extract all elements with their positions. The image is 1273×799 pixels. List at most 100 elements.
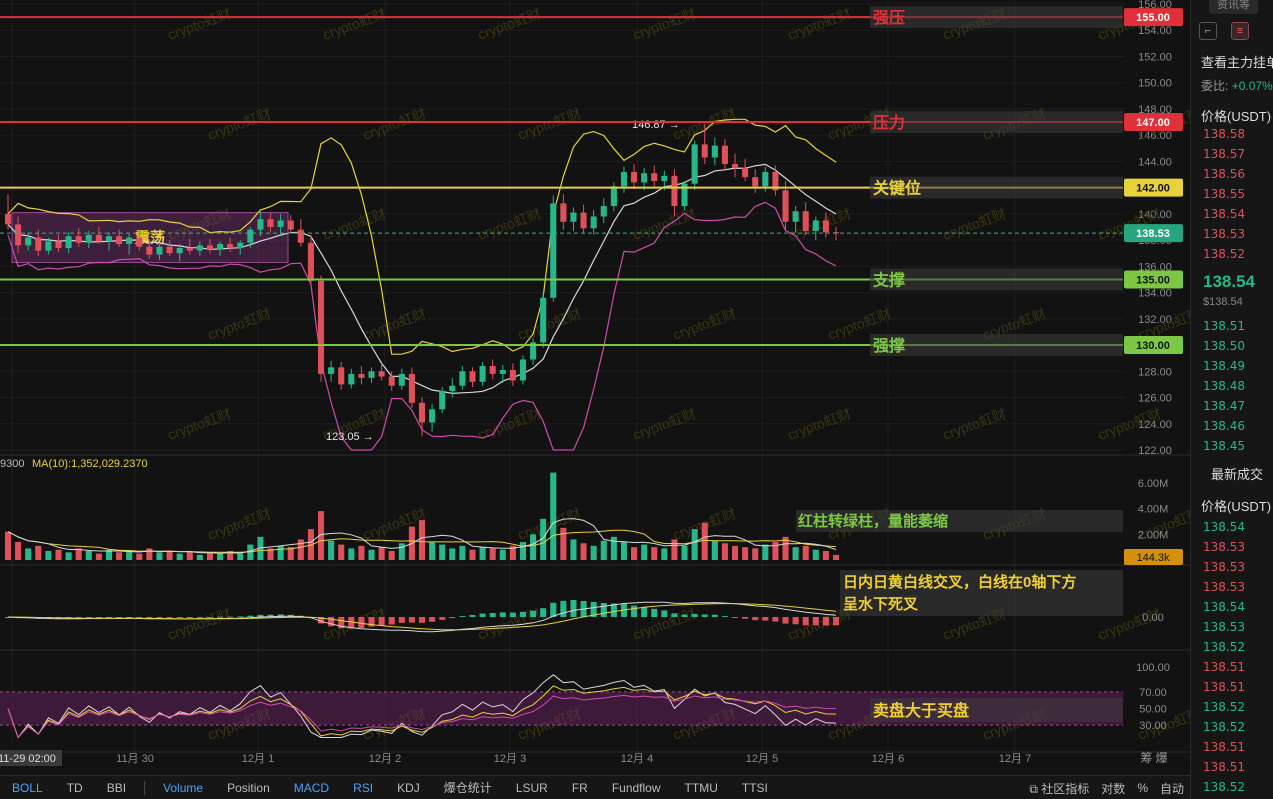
price-tick-label: 152.00	[1138, 51, 1172, 63]
community-indicators[interactable]: ⧉ 社区指标	[1023, 780, 1095, 797]
indicator-tabs: BOLL TD BBI Volume Position MACD RSI KDJ 爆仓统计 LSU…	[0, 779, 780, 796]
trades-title[interactable]: 最新成交	[1211, 464, 1263, 483]
trade-row[interactable]: 138.53	[1203, 620, 1245, 634]
indicator-tab-1[interactable]: TD	[55, 781, 95, 795]
volume-bar	[570, 539, 577, 560]
indicator-tab-13[interactable]: TTSI	[730, 781, 780, 795]
indicator-tab-4[interactable]: Position	[215, 781, 282, 795]
volume-bar	[802, 545, 809, 560]
volume-bar	[277, 545, 284, 560]
indicator-tab-11[interactable]: Fundflow	[600, 781, 673, 795]
volume-bar	[832, 554, 840, 560]
candle-body	[620, 171, 627, 187]
macd-hist-bar	[509, 612, 516, 617]
bid-row[interactable]: 138.46	[1203, 419, 1245, 433]
candle-body	[257, 219, 264, 230]
candle-body	[731, 164, 739, 168]
trade-row[interactable]: 138.53	[1203, 540, 1245, 554]
trade-row[interactable]: 138.52	[1203, 700, 1245, 714]
candle-body	[439, 390, 446, 410]
trade-row[interactable]: 138.51	[1203, 740, 1245, 754]
auto-toggle[interactable]: 自动	[1154, 780, 1190, 797]
volume-tick-label: 6.00M	[1138, 478, 1169, 490]
ask-row[interactable]: 138.58	[1203, 127, 1245, 141]
orderbook-icon[interactable]: ≡	[1231, 22, 1249, 40]
bid-row[interactable]: 138.45	[1203, 439, 1245, 453]
volume-bar	[4, 531, 12, 560]
percent-toggle[interactable]: %	[1131, 781, 1154, 795]
volume-bar	[822, 551, 829, 560]
ask-row[interactable]: 138.55	[1203, 187, 1245, 201]
macd-hist-bar	[136, 617, 143, 618]
candle-body	[418, 402, 426, 423]
indicator-tab-7[interactable]: KDJ	[385, 781, 432, 795]
trade-row[interactable]: 138.51	[1203, 660, 1245, 674]
trade-row[interactable]: 138.52	[1203, 720, 1245, 734]
indicator-tab-9[interactable]: LSUR	[504, 781, 560, 795]
trade-row[interactable]: 138.52	[1203, 640, 1245, 654]
layout-icon[interactable]: ⌐	[1199, 22, 1217, 40]
macd-hist-bar	[681, 614, 688, 617]
trade-row[interactable]: 138.54	[1203, 600, 1245, 614]
candle-body	[509, 369, 516, 381]
trade-row[interactable]: 138.52	[1203, 780, 1245, 794]
trade-row[interactable]: 138.51	[1203, 760, 1245, 774]
candle-body	[661, 175, 668, 182]
volume-bar	[711, 540, 718, 560]
indicator-tab-12[interactable]: TTMU	[673, 781, 730, 795]
ask-row[interactable]: 138.52	[1203, 247, 1245, 261]
volume-bar	[661, 548, 668, 560]
candle-body	[85, 234, 92, 243]
ask-row[interactable]: 138.54	[1203, 207, 1245, 221]
macd-hist-bar	[560, 600, 567, 617]
volume-bar	[681, 545, 688, 560]
indicator-tab-8[interactable]: 爆仓统计	[432, 779, 504, 796]
candle-body	[590, 216, 597, 229]
bid-row[interactable]: 138.48	[1203, 379, 1245, 393]
macd-hist-bar	[651, 608, 658, 617]
log-toggle[interactable]: 对数	[1095, 780, 1131, 797]
trade-row[interactable]: 138.51	[1203, 680, 1245, 694]
trade-row[interactable]: 138.53	[1203, 560, 1245, 574]
bid-row[interactable]: 138.50	[1203, 339, 1245, 353]
macd-hist-bar	[186, 617, 193, 618]
ask-row[interactable]: 138.57	[1203, 147, 1245, 161]
volume-bar	[499, 549, 506, 560]
candle-body	[317, 280, 325, 374]
macd-hist-bar	[752, 617, 759, 621]
price-chart[interactable]: 156.00154.00152.00150.00148.00146.00144.…	[0, 0, 1190, 775]
orderbook-title[interactable]: 查看主力挂单	[1201, 52, 1273, 71]
indicator-tab-3[interactable]: Volume	[151, 781, 215, 795]
candle-body	[75, 236, 82, 243]
macd-hist-bar	[832, 617, 840, 626]
candle-body	[742, 167, 749, 178]
indicator-tab-10[interactable]: FR	[560, 781, 600, 795]
ask-row[interactable]: 138.53	[1203, 227, 1245, 241]
candle-body	[631, 171, 638, 183]
bid-row[interactable]: 138.47	[1203, 399, 1245, 413]
indicator-tab-0[interactable]: BOLL	[0, 781, 55, 795]
candle-body	[378, 371, 385, 377]
bid-row[interactable]: 138.49	[1203, 359, 1245, 373]
bid-row[interactable]: 138.51	[1203, 319, 1245, 333]
candle-body	[287, 220, 294, 230]
volume-bar	[550, 472, 557, 560]
indicator-tab-6[interactable]: RSI	[341, 781, 385, 795]
trade-row[interactable]: 138.53	[1203, 580, 1245, 594]
volume-bar	[35, 545, 42, 560]
community-indicators-label: 社区指标	[1041, 781, 1090, 796]
trade-row[interactable]: 138.54	[1203, 520, 1245, 534]
rsi-tick-label: 30.00	[1139, 720, 1167, 732]
candle-body	[691, 144, 698, 184]
candle-body	[792, 211, 799, 222]
volume-bar	[15, 542, 22, 560]
volume-bar	[136, 553, 143, 560]
candle-body	[812, 220, 819, 231]
indicator-tab-5[interactable]: MACD	[282, 781, 341, 795]
candle-body	[277, 220, 284, 227]
volume-bar	[439, 544, 446, 560]
side-top-tab[interactable]: 资讯等	[1209, 0, 1258, 14]
ask-row[interactable]: 138.56	[1203, 167, 1245, 181]
indicator-tab-2[interactable]: BBI	[95, 781, 138, 795]
candle-body	[610, 186, 617, 207]
